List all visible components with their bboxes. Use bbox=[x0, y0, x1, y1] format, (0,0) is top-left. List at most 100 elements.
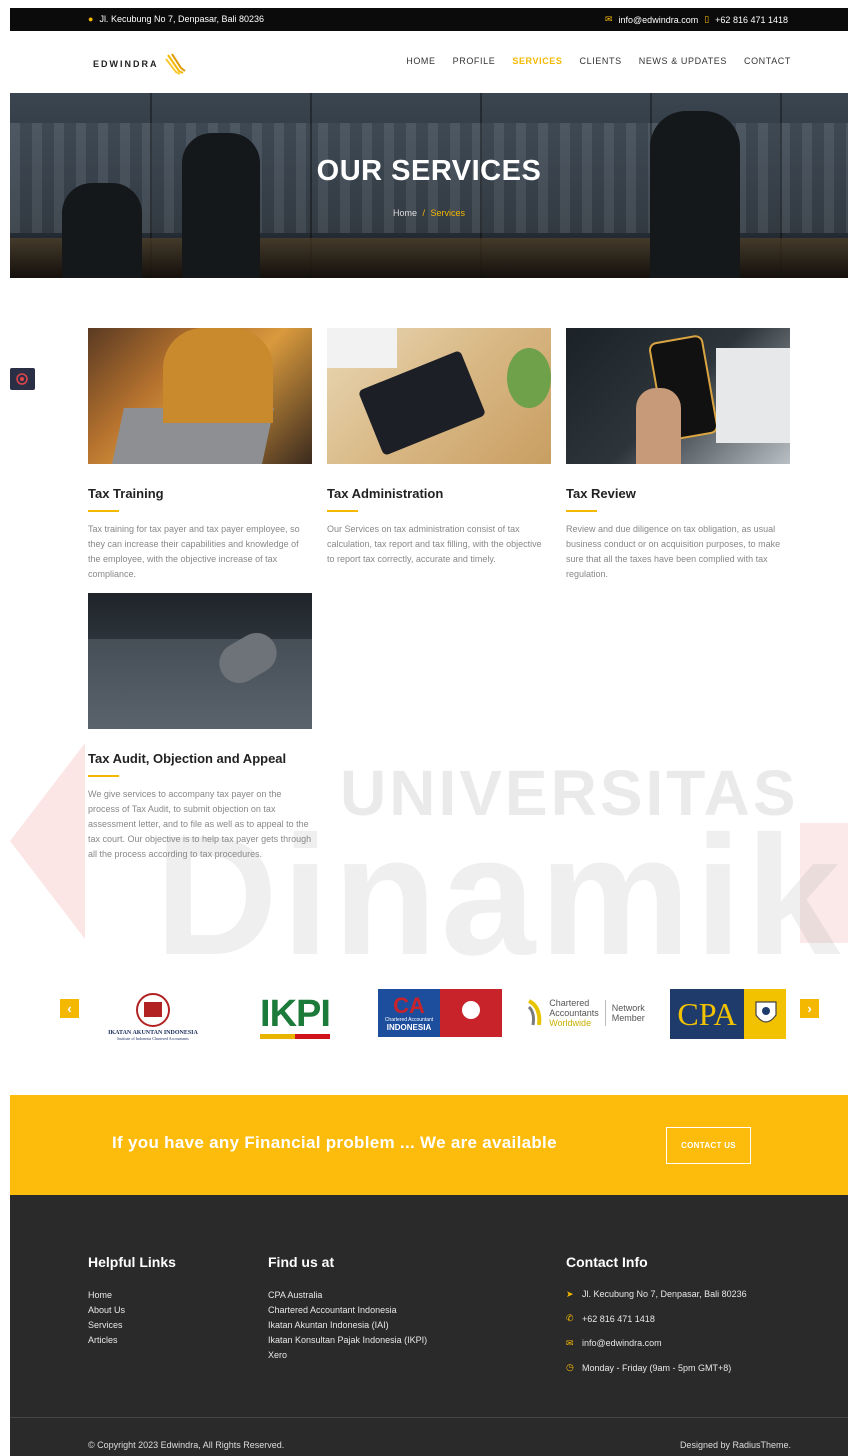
designed-by-text[interactable]: Designed by RadiusTheme. bbox=[680, 1440, 791, 1450]
envelope-icon: ✉ bbox=[604, 14, 613, 24]
service-card-tax-training[interactable]: Tax Training Tax training for tax payer … bbox=[88, 328, 312, 582]
footer-contact-info: Contact Info ➤ Jl. Kecubung No 7, Denpas… bbox=[566, 1254, 747, 1380]
page: ● Jl. Kecubung No 7, Denpasar, Bali 8023… bbox=[10, 8, 848, 1456]
footer-link-home[interactable]: Home bbox=[88, 1288, 176, 1303]
service-description: Review and due diligence on tax obligati… bbox=[566, 524, 781, 579]
footer-link-iai[interactable]: Ikatan Akuntan Indonesia (IAI) bbox=[268, 1318, 427, 1333]
hero-person-seated bbox=[62, 183, 142, 278]
caw-line2: Accountants bbox=[549, 1008, 599, 1018]
service-card-tax-administration[interactable]: Tax Administration Our Services on tax a… bbox=[327, 328, 551, 567]
footer-link-services[interactable]: Services bbox=[88, 1318, 176, 1333]
partner-logo-ca-indonesia[interactable]: CA Chartered Accountant INDONESIA bbox=[378, 989, 502, 1037]
service-description: Our Services on tax administration consi… bbox=[327, 524, 542, 564]
tax-training-image bbox=[88, 328, 312, 464]
title-underline bbox=[566, 510, 597, 512]
phone-icon: ✆ bbox=[566, 1313, 574, 1324]
cta-text: If you have any Financial problem ... We… bbox=[112, 1133, 557, 1152]
footer-link-ca-indonesia[interactable]: Chartered Accountant Indonesia bbox=[268, 1303, 427, 1318]
footer-find-us: Find us at CPA Australia Chartered Accou… bbox=[268, 1254, 427, 1363]
service-card-tax-review[interactable]: Tax Review Review and due diligence on t… bbox=[566, 328, 790, 582]
caw-line1: Chartered bbox=[549, 998, 590, 1008]
service-description: Tax training for tax payer and tax payer… bbox=[88, 524, 300, 579]
footer-email[interactable]: info@edwindra.com bbox=[582, 1338, 662, 1348]
footer-phone[interactable]: +62 816 471 1418 bbox=[582, 1314, 655, 1324]
tax-administration-image bbox=[327, 328, 551, 464]
top-address: ● Jl. Kecubung No 7, Denpasar, Bali 8023… bbox=[88, 14, 264, 24]
cpa-left: CPA bbox=[670, 989, 744, 1039]
copyright-text: © Copyright 2023 Edwindra, All Rights Re… bbox=[88, 1440, 285, 1450]
footer-link-xero[interactable]: Xero bbox=[268, 1348, 427, 1363]
service-title: Tax Review bbox=[566, 486, 636, 501]
top-phone[interactable]: +62 816 471 1418 bbox=[715, 15, 788, 25]
breadcrumb-current: Services bbox=[430, 208, 466, 218]
wheat-logo-icon bbox=[164, 53, 186, 75]
partner-logo-iai[interactable]: IKATAN AKUNTAN INDONESIA Institute of In… bbox=[98, 986, 208, 1046]
title-underline bbox=[88, 510, 119, 512]
footer-address: Jl. Kecubung No 7, Denpasar, Bali 80236 bbox=[582, 1289, 747, 1300]
service-card-tax-audit[interactable]: Tax Audit, Objection and Appeal We give … bbox=[88, 593, 312, 862]
footer-helpful-links: Helpful Links Home About Us Services Art… bbox=[88, 1254, 176, 1348]
carousel-next-button[interactable]: › bbox=[800, 999, 819, 1018]
breadcrumb-home[interactable]: Home bbox=[393, 208, 417, 218]
iai-subcaption: Institute of Indonesia Chartered Account… bbox=[117, 1035, 189, 1041]
caw-divider bbox=[604, 1000, 606, 1026]
nav-contact[interactable]: CONTACT bbox=[744, 56, 791, 66]
footer-helpful-title: Helpful Links bbox=[88, 1254, 176, 1270]
title-underline bbox=[327, 510, 358, 512]
map-pin-icon: ● bbox=[88, 14, 94, 24]
footer-address-row: ➤ Jl. Kecubung No 7, Denpasar, Bali 8023… bbox=[566, 1282, 747, 1307]
ca-text: CA bbox=[393, 992, 425, 1018]
breadcrumb: Home / Services bbox=[10, 208, 848, 218]
service-title: Tax Training bbox=[88, 486, 164, 501]
ikpi-text: IKPI bbox=[260, 992, 331, 1035]
partner-logo-caw[interactable]: Chartered Accountants Worldwide Network … bbox=[525, 989, 647, 1037]
tax-review-image bbox=[566, 328, 790, 464]
logo-text: EDWINDRA bbox=[93, 59, 159, 69]
cta-banner: If you have any Financial problem ... We… bbox=[10, 1095, 848, 1195]
hero-person-right bbox=[650, 111, 740, 278]
paper-plane-icon: ➤ bbox=[566, 1288, 574, 1299]
nav-home[interactable]: HOME bbox=[406, 56, 435, 66]
caw-member1: Network bbox=[611, 1003, 645, 1013]
site-logo[interactable]: EDWINDRA bbox=[93, 53, 187, 75]
footer-find-title: Find us at bbox=[268, 1254, 335, 1270]
footer-hours-row: ◷ Monday - Friday (9am - 5pm GMT+8) bbox=[566, 1356, 747, 1381]
clock-icon: ◷ bbox=[566, 1362, 574, 1373]
page-title: OUR SERVICES bbox=[316, 155, 542, 187]
carousel-prev-button[interactable]: ‹ bbox=[60, 999, 79, 1018]
caw-member2: Member bbox=[611, 1013, 645, 1023]
footer-link-about[interactable]: About Us bbox=[88, 1303, 176, 1318]
title-underline bbox=[88, 775, 119, 777]
nav-clients[interactable]: CLIENTS bbox=[580, 56, 622, 66]
service-description: We give services to accompany tax payer … bbox=[88, 789, 312, 859]
floating-side-widget[interactable] bbox=[10, 368, 35, 390]
footer-link-ikpi[interactable]: Ikatan Konsultan Pajak Indonesia (IKPI) bbox=[268, 1333, 427, 1348]
partner-logo-ikpi[interactable]: IKPI bbox=[255, 986, 335, 1046]
nav-services[interactable]: SERVICES bbox=[512, 56, 562, 66]
cpa-crest-icon bbox=[755, 1001, 777, 1023]
nav-news-updates[interactable]: NEWS & UPDATES bbox=[639, 56, 727, 66]
cpa-text: CPA bbox=[677, 995, 737, 1032]
partner-logo-cpa[interactable]: CPA bbox=[670, 989, 786, 1039]
ca-indonesia-left: CA Chartered Accountant INDONESIA bbox=[378, 989, 440, 1037]
main-nav: HOME PROFILE SERVICES CLIENTS NEWS & UPD… bbox=[406, 56, 791, 66]
nav-profile[interactable]: PROFILE bbox=[453, 56, 496, 66]
hero-banner: OUR SERVICES Home / Services bbox=[10, 93, 848, 278]
envelope-icon: ✉ bbox=[566, 1337, 574, 1348]
footer-link-articles[interactable]: Articles bbox=[88, 1333, 176, 1348]
top-bar: ● Jl. Kecubung No 7, Denpasar, Bali 8023… bbox=[10, 8, 848, 31]
iai-emblem-icon bbox=[136, 992, 170, 1027]
breadcrumb-separator: / bbox=[422, 208, 425, 218]
top-contact: ✉ info@edwindra.com ▯ +62 816 471 1418 bbox=[605, 14, 788, 25]
footer-divider bbox=[10, 1417, 848, 1418]
top-email[interactable]: info@edwindra.com bbox=[619, 15, 699, 25]
footer-phone-row: ✆ +62 816 471 1418 bbox=[566, 1307, 747, 1332]
footer-hours: Monday - Friday (9am - 5pm GMT+8) bbox=[582, 1362, 732, 1373]
caw-line3: Worldwide bbox=[549, 1018, 592, 1028]
widget-icon bbox=[16, 373, 28, 385]
caw-emblem-icon bbox=[528, 999, 542, 1026]
contact-us-button[interactable]: CONTACT US bbox=[666, 1127, 751, 1164]
top-address-text: Jl. Kecubung No 7, Denpasar, Bali 80236 bbox=[99, 14, 265, 24]
caw-member-group: Network Member bbox=[612, 1003, 645, 1023]
footer-link-cpa-australia[interactable]: CPA Australia bbox=[268, 1288, 427, 1303]
